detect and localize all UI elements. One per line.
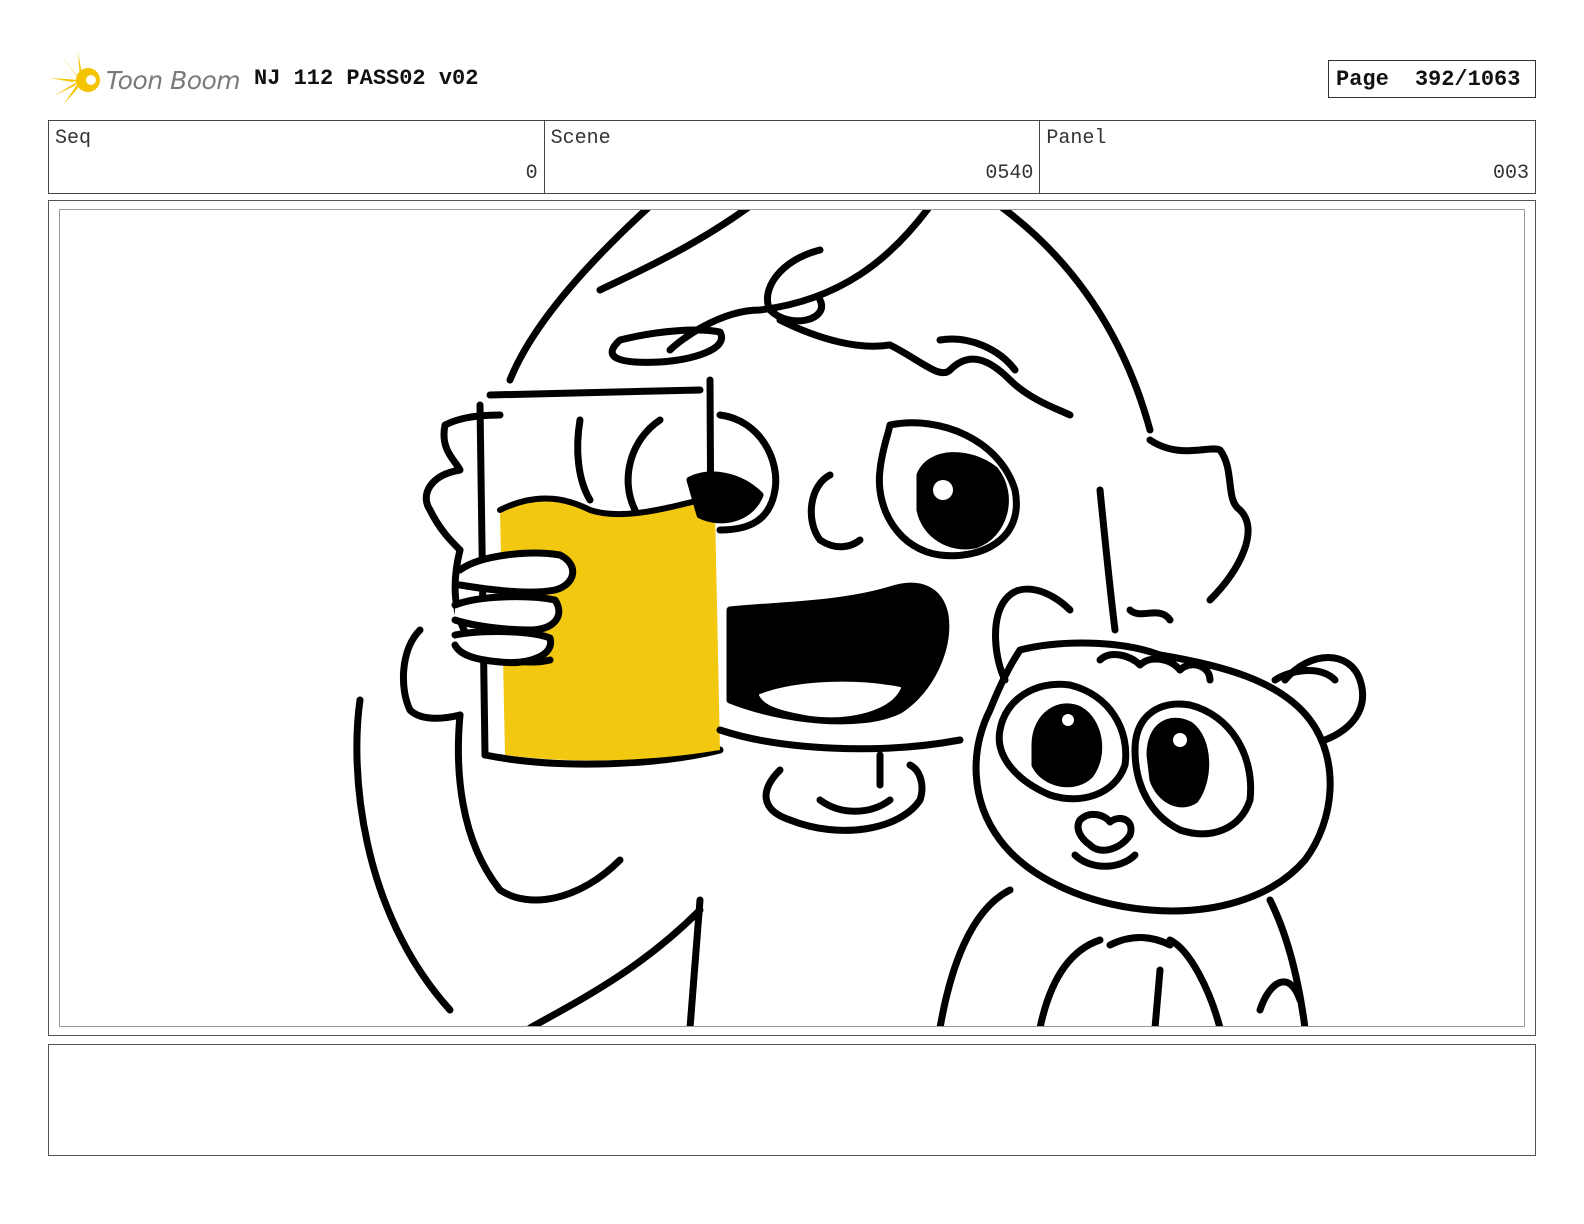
scene-field: Scene 0540 — [545, 121, 1041, 193]
seq-value: 0 — [525, 162, 538, 185]
scene-label: Scene — [550, 127, 611, 150]
toon-boom-logo: Toon Boom — [50, 52, 241, 108]
scene-value: 0540 — [985, 162, 1034, 185]
panel-image — [59, 209, 1525, 1027]
project-title: NJ 112 PASS02 v02 — [254, 66, 479, 91]
page-indicator: Page 392/1063 — [1328, 60, 1536, 98]
seq-field: Seq 0 — [49, 121, 545, 193]
info-row: Seq 0 Scene 0540 Panel 003 — [48, 120, 1536, 194]
page-header: Toon Boom NJ 112 PASS02 v02 Page 392/106… — [48, 48, 1536, 112]
page-label: Page — [1336, 66, 1389, 92]
notes-box — [48, 1044, 1536, 1156]
panel-value: 003 — [1493, 162, 1530, 185]
panel-field: Panel 003 — [1040, 121, 1535, 193]
panel-label: Panel — [1046, 127, 1107, 150]
logo-text: Toon Boom — [106, 66, 241, 95]
panel-frame — [48, 200, 1536, 1036]
page-number: 392/1063 — [1414, 66, 1521, 92]
storyboard-drawing — [353, 210, 1367, 1026]
starburst-icon — [50, 52, 100, 104]
seq-label: Seq — [55, 127, 92, 150]
